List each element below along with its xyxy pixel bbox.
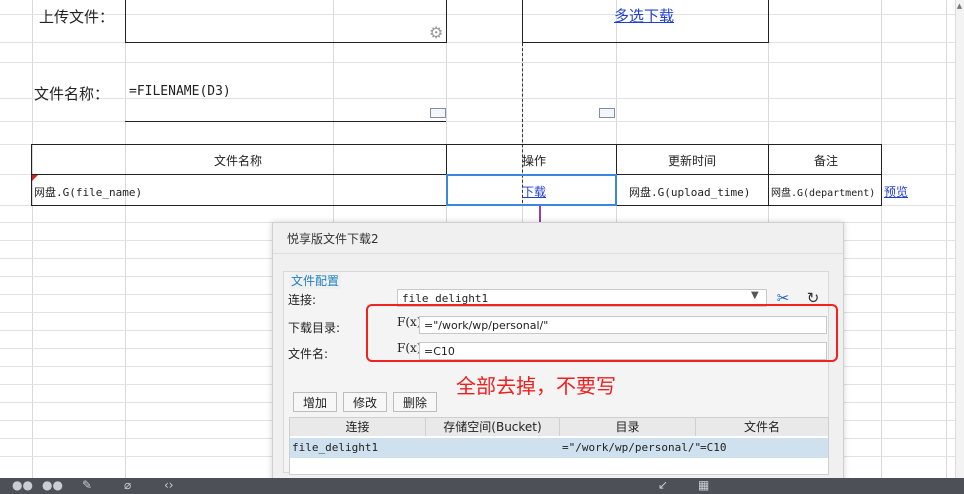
multi-download-link[interactable]: 多选下载	[614, 5, 674, 26]
header-filename: 文件名称	[214, 154, 263, 168]
attach-icon[interactable]: ⌀	[124, 478, 131, 492]
header-operation: 操作	[522, 154, 547, 168]
dialog-title: 悦享版文件下载2	[287, 232, 379, 246]
dots-icon[interactable]: ●●	[12, 478, 33, 492]
edit-button[interactable]: 修改	[343, 392, 387, 412]
chevron-down-icon[interactable]: ▼	[751, 290, 759, 301]
upload-cell-border	[125, 0, 126, 43]
annotation-text: 全部去掉，不要写	[456, 374, 616, 398]
filename-label: 文件名称：	[34, 85, 110, 103]
filename-formula[interactable]: =FILENAME(D3)	[129, 84, 231, 99]
td-filename: =C10	[700, 441, 727, 454]
preview-link[interactable]: 预览	[884, 183, 908, 200]
th-directory: 目录	[560, 418, 696, 436]
delete-button[interactable]: 删除	[393, 392, 437, 412]
file-name-label: 文件名:	[288, 347, 329, 361]
upload-widget-icon[interactable]	[599, 108, 615, 118]
add-button[interactable]: 增加	[293, 392, 337, 412]
grid-icon[interactable]: ▦	[698, 478, 709, 492]
header-remark: 备注	[814, 154, 839, 168]
gear-icon[interactable]: ⚙	[429, 25, 445, 41]
filename-widget-icon[interactable]	[430, 108, 446, 118]
cell-file-name[interactable]: 网盘.G(file_name)	[34, 184, 142, 200]
edit-icon[interactable]: ✎	[82, 478, 92, 492]
cell-department[interactable]: 网盘.G(department)	[771, 184, 875, 199]
cell-upload-time[interactable]: 网盘.G(upload_time)	[629, 184, 750, 200]
th-bucket: 存储空间(Bucket)	[426, 418, 560, 436]
td-connection: file_delight1	[292, 441, 379, 454]
download-link[interactable]: 下载	[522, 183, 546, 200]
cell-marker-icon	[32, 175, 38, 181]
td-directory: ="/work/wp/personal/"	[562, 441, 702, 454]
header-update-time: 更新时间	[668, 154, 717, 168]
vertical-scrollbar[interactable]	[955, 0, 964, 478]
download-dir-label: 下载目录:	[288, 321, 341, 335]
multi-download-cell-border	[522, 0, 523, 43]
th-connection: 连接	[290, 418, 426, 436]
connection-label: 连接:	[288, 293, 317, 307]
code-icon[interactable]: ‹›	[164, 478, 174, 492]
upload-label: 上传文件：	[39, 8, 115, 26]
annotation-highlight	[366, 304, 838, 362]
dots-icon[interactable]: ●●	[42, 478, 63, 492]
expand-icon[interactable]: ↙	[658, 478, 668, 492]
bottom-toolbar	[0, 478, 964, 494]
th-filename: 文件名	[696, 418, 828, 436]
scroll-up-arrow-icon[interactable]: ▲	[955, 2, 964, 10]
group-title: 文件配置	[289, 272, 342, 289]
config-table: 连接 存储空间(Bucket) 目录 文件名 file_delight1 ="/…	[289, 417, 829, 475]
